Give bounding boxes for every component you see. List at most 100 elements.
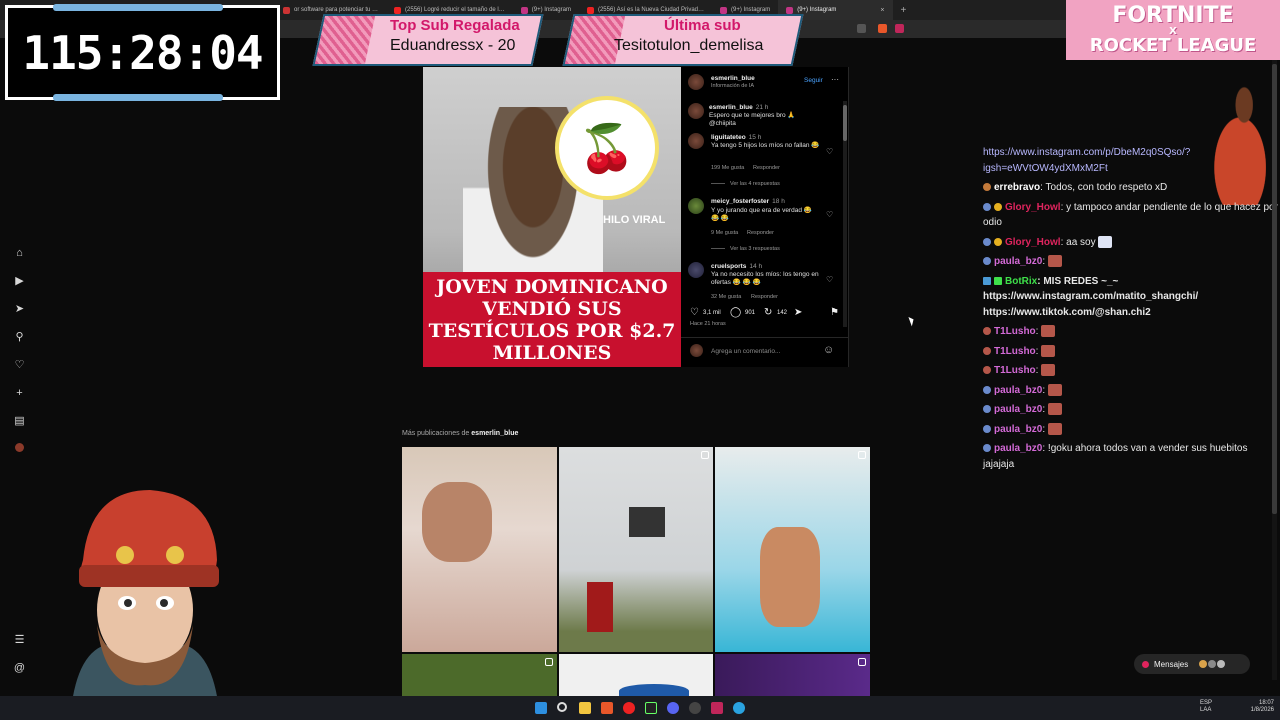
chat-text: : bbox=[1042, 423, 1046, 435]
avatar[interactable] bbox=[688, 103, 704, 119]
like-comment-icon[interactable]: ♡ bbox=[826, 210, 833, 219]
comment-likes[interactable]: 199 Me gusta bbox=[711, 165, 744, 171]
chat-user[interactable]: paula_bz0 bbox=[994, 424, 1042, 435]
view-replies[interactable]: Ver las 4 respuestas bbox=[711, 181, 780, 187]
chat-user[interactable]: paula_bz0 bbox=[994, 443, 1042, 454]
windows-start-icon[interactable] bbox=[535, 702, 547, 714]
chat-user[interactable]: paula_bz0 bbox=[994, 404, 1042, 415]
obs-icon[interactable] bbox=[689, 702, 701, 714]
chat-user[interactable]: T1Lusho bbox=[994, 365, 1036, 376]
badge-icon bbox=[994, 202, 1002, 211]
post-author[interactable]: esmerlin_blue bbox=[711, 75, 755, 82]
emoji-icon[interactable]: ☺ bbox=[823, 344, 834, 356]
youtube-icon bbox=[586, 6, 594, 14]
chat-user[interactable]: T1Lusho bbox=[994, 326, 1036, 337]
grid-post[interactable] bbox=[402, 654, 557, 696]
search-icon[interactable]: ⚲ bbox=[13, 331, 26, 344]
brave-rewards-icon[interactable] bbox=[895, 24, 904, 33]
repost-icon[interactable]: ↻ bbox=[764, 307, 772, 318]
reply-button[interactable]: Responder bbox=[753, 165, 780, 171]
like-comment-icon[interactable]: ♡ bbox=[826, 275, 833, 284]
discord-icon[interactable] bbox=[667, 702, 679, 714]
fortnite-rocket-league-banner: FORTNITE X ROCKET LEAGUE bbox=[1066, 0, 1280, 60]
system-tray-lang[interactable]: ESP LAA bbox=[1200, 700, 1212, 714]
explore-icon[interactable]: ➤ bbox=[13, 303, 26, 316]
chat-link[interactable]: https://www.instagram.com/p/DbeM2q0SQso/… bbox=[983, 147, 1190, 174]
extension-icon[interactable] bbox=[857, 24, 866, 33]
reply-button[interactable]: Responder bbox=[751, 294, 778, 300]
follow-button[interactable]: Seguir bbox=[804, 77, 823, 84]
brave-icon[interactable] bbox=[601, 702, 613, 714]
comment-user[interactable]: liguitateteo 15 h bbox=[711, 134, 761, 141]
system-clock[interactable]: 18:07 1/8/2026 bbox=[1240, 700, 1274, 714]
like-comment-icon[interactable]: ♡ bbox=[826, 147, 833, 156]
search-icon[interactable] bbox=[557, 702, 567, 712]
comment-likes[interactable]: 32 Me gusta bbox=[711, 294, 741, 300]
avatar[interactable] bbox=[688, 133, 704, 149]
reply-button[interactable]: Responder bbox=[747, 230, 774, 236]
grid-post[interactable] bbox=[559, 654, 713, 696]
terminal-icon[interactable] bbox=[645, 702, 657, 714]
chat-user[interactable]: BotRix bbox=[1005, 276, 1037, 287]
likes-count: 3,1 mil bbox=[703, 310, 721, 316]
brave-shield-icon[interactable] bbox=[878, 24, 887, 33]
more-options-icon[interactable]: ··· bbox=[831, 75, 839, 84]
file-explorer-icon[interactable] bbox=[579, 702, 591, 714]
view-replies[interactable]: Ver las 3 respuestas bbox=[711, 246, 780, 252]
home-icon[interactable]: ⌂ bbox=[13, 247, 26, 260]
comment-user[interactable]: meicy_fosterfoster 18 h bbox=[711, 198, 785, 205]
grid-post[interactable] bbox=[715, 447, 870, 652]
chat-message: paula_bz0: !goku ahora todos van a vende… bbox=[983, 441, 1279, 472]
avatar[interactable] bbox=[688, 198, 704, 214]
close-tab-icon[interactable]: × bbox=[880, 7, 884, 14]
timer-bar-bottom bbox=[53, 94, 223, 101]
comment-likes[interactable]: 9 Me gusta bbox=[711, 230, 738, 236]
banner-stripe bbox=[314, 16, 376, 64]
chat-user[interactable]: errebravo bbox=[994, 182, 1040, 193]
plus-icon[interactable]: + bbox=[13, 387, 26, 400]
emote-icon bbox=[1041, 364, 1056, 377]
comments-scroll-thumb[interactable] bbox=[843, 105, 847, 141]
grid-post[interactable] bbox=[715, 654, 870, 696]
chat-scroll-thumb[interactable] bbox=[1272, 64, 1277, 514]
more-posts-label: Más publicaciones de esmerlin_blue bbox=[402, 430, 518, 437]
instagram-icon bbox=[520, 6, 528, 14]
avatar[interactable] bbox=[688, 262, 704, 278]
chat-user[interactable]: paula_bz0 bbox=[994, 256, 1042, 267]
grid-post[interactable] bbox=[402, 447, 557, 652]
chat-message: https://www.instagram.com/p/DbeM2q0SQso/… bbox=[983, 145, 1279, 176]
hamburger-icon[interactable]: ☰ bbox=[13, 634, 26, 647]
comment-icon[interactable]: ◯ bbox=[730, 307, 741, 318]
comment-user[interactable]: cruelsports 14 h bbox=[711, 263, 762, 270]
youtube-icon bbox=[283, 6, 290, 14]
threads-icon[interactable]: @ bbox=[13, 662, 26, 675]
video-icon bbox=[858, 658, 866, 666]
avatar[interactable] bbox=[688, 74, 704, 90]
more-posts-user[interactable]: esmerlin_blue bbox=[471, 430, 518, 437]
stats-icon[interactable]: ▤ bbox=[13, 415, 26, 428]
app-icon[interactable] bbox=[711, 702, 723, 714]
add-comment-input[interactable]: Agrega un comentario... bbox=[711, 348, 780, 355]
chat-user[interactable]: Glory_Howl bbox=[1005, 237, 1061, 248]
like-icon[interactable]: ♡ bbox=[690, 307, 699, 318]
new-tab-button[interactable]: + bbox=[901, 5, 907, 16]
comment-user[interactable]: esmerlin_blue 21 h bbox=[709, 104, 768, 111]
chat-user[interactable]: paula_bz0 bbox=[994, 385, 1042, 396]
chat-user[interactable]: Glory_Howl bbox=[1005, 202, 1061, 213]
chat-message: T1Lusho: bbox=[983, 324, 1279, 340]
divider bbox=[681, 337, 849, 338]
bookmark-icon[interactable]: ⚑ bbox=[830, 307, 839, 318]
badge-icon bbox=[983, 444, 991, 453]
chat-user[interactable]: T1Lusho bbox=[994, 346, 1036, 357]
grid-post[interactable] bbox=[559, 447, 713, 652]
reels-icon[interactable]: ▶ bbox=[13, 275, 26, 288]
profile-icon[interactable] bbox=[13, 443, 26, 456]
app-red-icon[interactable] bbox=[623, 702, 635, 714]
heart-icon[interactable]: ♡ bbox=[13, 359, 26, 372]
messages-button[interactable]: Mensajes bbox=[1134, 654, 1250, 674]
chat-text: : bbox=[1042, 404, 1046, 415]
share-icon[interactable]: ➤ bbox=[794, 307, 802, 318]
badge-icon bbox=[983, 257, 991, 266]
telegram-icon[interactable] bbox=[733, 702, 745, 714]
post-image[interactable]: 🍒 HILO VIRAL JOVEN DOMINICANO VENDIÓ SUS… bbox=[423, 67, 681, 367]
